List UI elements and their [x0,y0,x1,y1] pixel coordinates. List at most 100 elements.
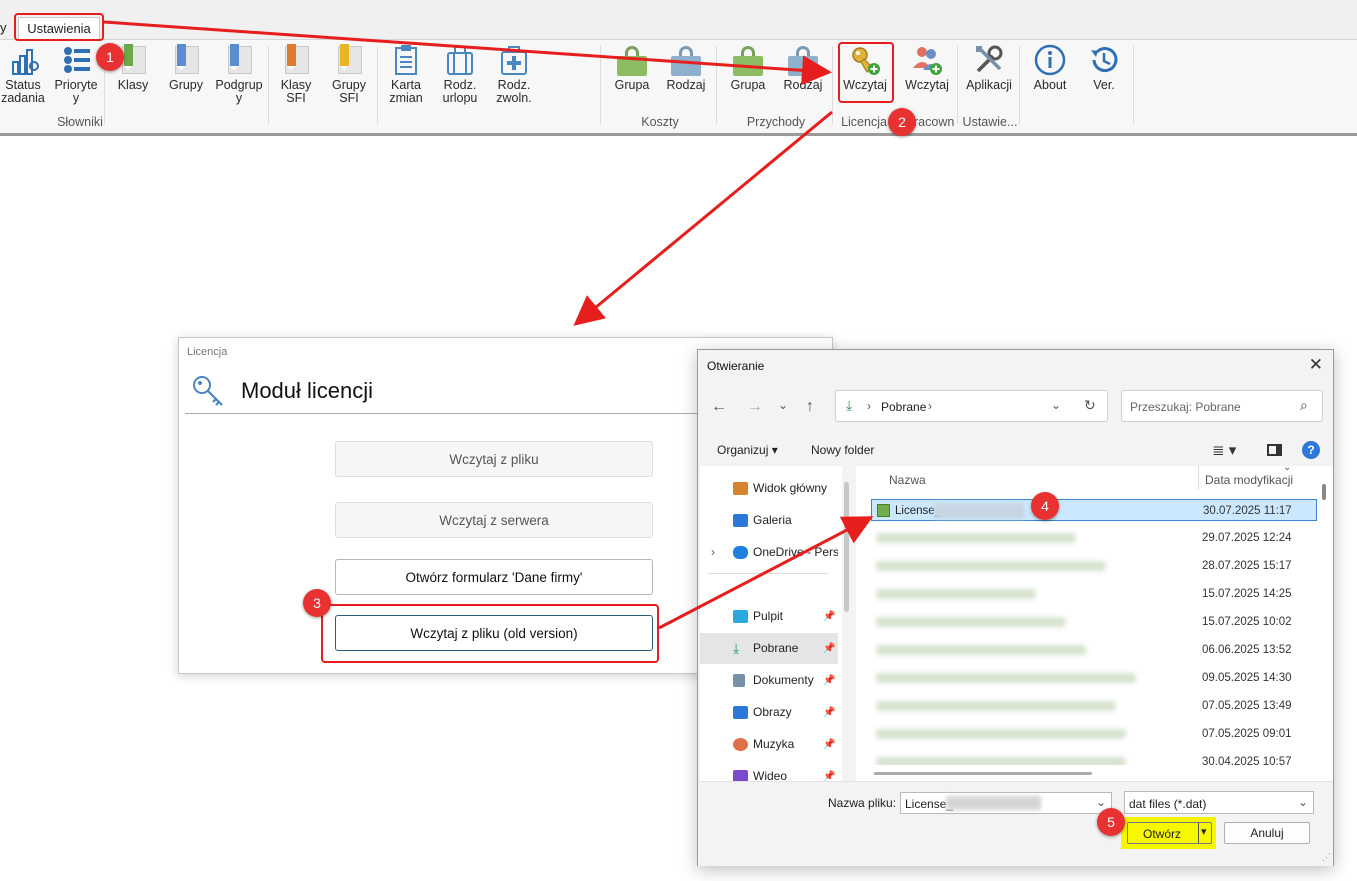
grupy-sfi-button[interactable]: Grupy SFI [324,44,374,105]
rodz-zwoln-button[interactable]: Rodz. zwoln. [489,44,539,105]
up-arrow-icon[interactable]: ↑ [806,398,814,416]
dropdown-arrow-icon[interactable]: ▾ [1201,825,1207,838]
step-callout: 3 [303,589,331,617]
nav-item-gallery[interactable]: Galeria [700,505,838,536]
highlight-box [14,13,104,41]
aplikacji-button[interactable]: Aplikacji [962,44,1016,92]
search-box[interactable]: Przeszukaj: Pobrane ⌕ [1121,390,1323,422]
ribbon-label: Rodzaj [666,78,706,92]
nav-item-onedrive[interactable]: › OneDrive - Pers [700,537,838,568]
przychody-grupa-button[interactable]: Grupa [723,44,773,92]
ribbon-separator [832,46,833,124]
resize-grip-icon[interactable]: ⋰ [1322,852,1331,863]
help-icon[interactable]: ? [1302,441,1320,459]
file-type-value: dat files (*.dat) [1129,797,1207,811]
file-row[interactable]: 15.07.2025 14:25 [871,583,1317,605]
ribbon-tab-bar: y Ustawienia [0,0,1357,40]
nav-item-desktop[interactable]: Pulpit 📌 [700,601,838,632]
new-folder-button[interactable]: Nowy folder [811,443,874,457]
file-row[interactable]: 09.05.2025 14:30 [871,667,1317,689]
pin-icon[interactable]: 📌 [823,665,835,696]
file-row[interactable]: 07.05.2025 09:01 [871,723,1317,745]
file-row[interactable]: 29.07.2025 12:24 [871,527,1317,549]
chevron-down-icon[interactable]: ⌄ [1096,795,1106,809]
group-label-licencja: Licencja [841,115,887,129]
pin-icon[interactable]: 📌 [823,697,835,728]
pracownicy-wczytaj-button[interactable]: Wczytaj [902,44,952,92]
file-row[interactable]: 28.07.2025 15:17 [871,555,1317,577]
redacted-text [946,796,1041,810]
file-row-selected[interactable]: License_ 30.07.2025 11:17 [871,499,1317,521]
koszty-grupa-button[interactable]: Grupa [607,44,657,92]
column-header-name[interactable]: Nazwa [889,473,926,487]
pin-icon[interactable]: 📌 [823,633,835,664]
dialog-heading: Moduł licencji [241,378,374,403]
rodz-urlopu-button[interactable]: Rodz. urlopu [435,44,485,105]
users-add-icon [913,47,942,75]
file-date: 07.05.2025 13:49 [1202,700,1292,712]
forward-arrow-icon[interactable]: → [747,398,763,416]
redacted-text [876,757,1126,765]
gallery-icon [733,514,748,527]
file-row[interactable]: 15.07.2025 10:02 [871,611,1317,633]
koszty-rodzaj-button[interactable]: Rodzaj [661,44,711,92]
ribbon: Status zadania Prioryte y Klasy Grupy Po… [0,40,1357,136]
address-location[interactable]: Pobrane [881,400,926,414]
open-button[interactable]: Otwórz ▾ [1127,822,1212,844]
pin-icon[interactable]: 📌 [823,601,835,632]
address-bar[interactable]: ⤓ › Pobrane › ⌄ ↻ [835,390,1108,422]
refresh-icon[interactable]: ↻ [1084,397,1096,414]
shopping-bag-icon [670,46,702,76]
step-callout: 5 [1097,808,1125,836]
back-arrow-icon[interactable]: ← [711,398,727,416]
chevron-down-icon[interactable]: ⌄ [778,398,788,412]
filename-field[interactable]: License_ ⌄ [900,792,1112,814]
close-icon[interactable]: ✕ [1309,355,1323,375]
load-from-file-button[interactable]: Wczytaj z pliku [335,441,653,477]
karta-zmian-button[interactable]: Karta zmian [381,44,431,105]
open-company-data-button[interactable]: Otwórz formularz 'Dane firmy' [335,559,653,595]
pin-icon[interactable]: 📌 [823,729,835,760]
ribbon-label: zwoln. [496,91,532,105]
horizontal-scrollbar[interactable] [874,772,1092,775]
klasy-sfi-button[interactable]: Klasy SFI [271,44,321,105]
ver-button[interactable]: Ver. [1079,44,1129,92]
cloud-icon [733,546,748,559]
nav-item-home[interactable]: Widok główny [700,473,838,504]
search-icon[interactable]: ⌕ [1300,397,1308,414]
priorytety-button[interactable]: Prioryte y [51,44,101,105]
organize-menu[interactable]: Organizuj ▾ [717,443,778,457]
ribbon-separator [600,46,601,124]
nav-item-documents[interactable]: Dokumenty 📌 [700,665,838,696]
column-header-modified[interactable]: Data modyfikacji [1205,473,1293,487]
podgrupy-button[interactable]: Podgrup y [214,44,264,105]
preview-pane-icon[interactable] [1267,444,1282,456]
list-scrollbar[interactable] [1322,484,1326,500]
grupy-button[interactable]: Grupy [161,44,211,92]
column-divider [1198,466,1199,490]
redacted-text [876,729,1126,739]
ribbon-label: Wczytaj [905,78,949,92]
file-row[interactable]: 30.04.2025 10:57 [871,751,1317,765]
chevron-right-icon[interactable]: › [711,537,715,568]
nav-scrollbar[interactable] [844,482,849,612]
chevron-down-icon[interactable]: ⌄ [1051,398,1061,412]
view-options-icon[interactable]: ≣ ▾ [1212,441,1236,459]
nav-item-downloads[interactable]: ⤓ Pobrane 📌 [700,633,838,664]
przychody-rodzaj-button[interactable]: Rodzaj [778,44,828,92]
file-type-select[interactable]: dat files (*.dat) ⌄ [1124,791,1314,814]
nav-item-music[interactable]: Muzyka 📌 [700,729,838,760]
file-list: Nazwa Data modyfikacji ⌄ License_ 30.07.… [856,462,1333,781]
file-row[interactable]: 07.05.2025 13:49 [871,695,1317,717]
about-button[interactable]: About [1025,44,1075,92]
bookmark-icon [172,44,200,76]
pictures-icon [733,706,748,719]
file-row[interactable]: 06.06.2025 13:52 [871,639,1317,661]
step-callout: 2 [888,108,916,136]
load-from-server-button[interactable]: Wczytaj z serwera [335,502,653,538]
ribbon-separator [716,46,717,124]
nav-item-pictures[interactable]: Obrazy 📌 [700,697,838,728]
cancel-button[interactable]: Anuluj [1224,822,1310,844]
status-zadania-button[interactable]: Status zadania [0,44,48,105]
tab-partial[interactable]: y [0,20,7,35]
